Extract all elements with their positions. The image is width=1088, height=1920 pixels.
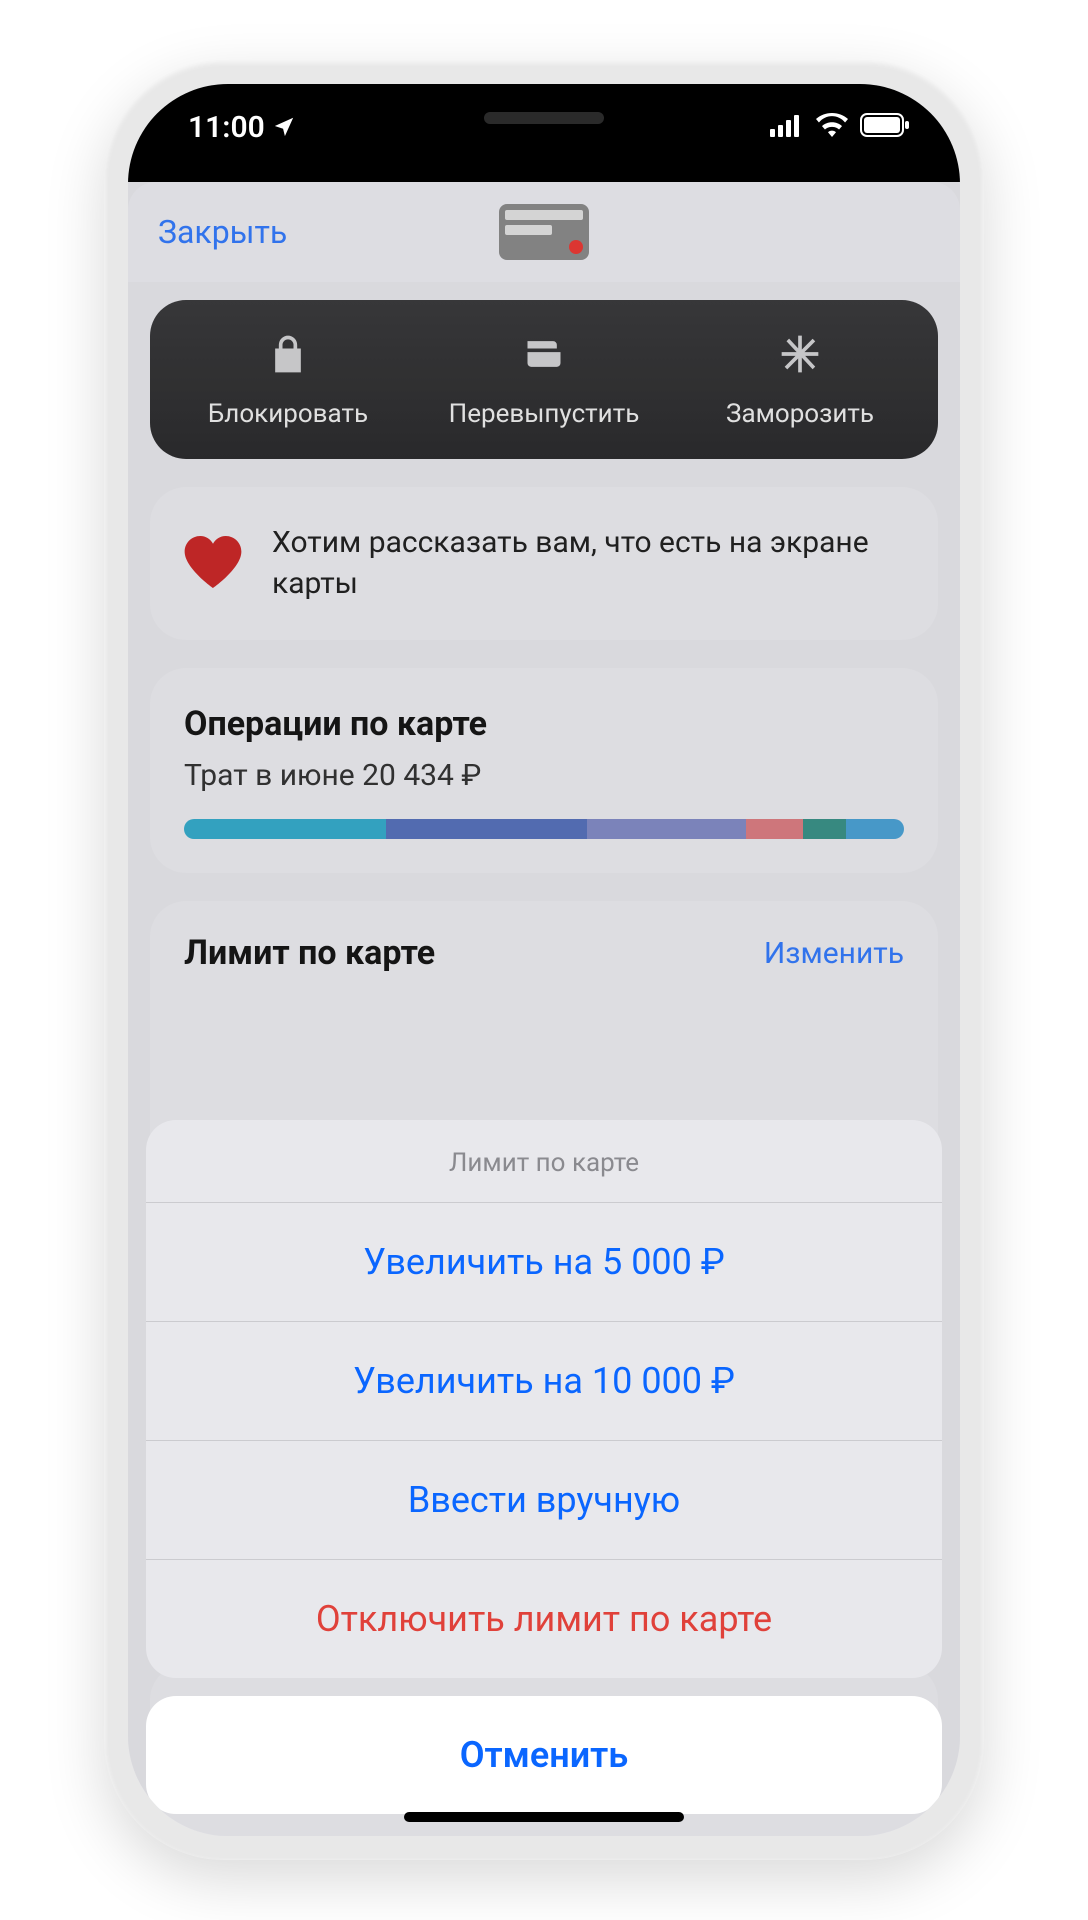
phone-frame: 11:00 [104,60,984,1860]
block-label: Блокировать [208,399,368,429]
heart-icon [184,536,242,592]
spend-segment [386,819,588,839]
device-notch [339,84,749,152]
action-sheet-title: Лимит по карте [146,1120,942,1203]
action-sheet-options: Лимит по карте Увеличить на 5 000 ₽ Увел… [146,1120,942,1678]
lock-icon [266,332,310,383]
spending-breakdown-bar [184,819,904,839]
card-reissue-icon [522,332,566,383]
battery-icon [860,110,910,145]
sheet-increase-5k[interactable]: Увеличить на 5 000 ₽ [146,1203,942,1322]
operations-card[interactable]: Операции по карте Трат в июне 20 434 ₽ [150,668,938,873]
screen-content: Закрыть Блокировать [128,182,960,1836]
limit-action-sheet: Лимит по карте Увеличить на 5 000 ₽ Увел… [146,1120,942,1814]
info-banner-text: Хотим рассказать вам, что есть на экране… [272,523,904,604]
close-button[interactable]: Закрыть [158,213,287,251]
freeze-card-button[interactable]: Заморозить [672,332,928,429]
sheet-enter-manual[interactable]: Ввести вручную [146,1441,942,1560]
sheet-disable-limit[interactable]: Отключить лимит по карте [146,1560,942,1678]
spend-segment [587,819,745,839]
operations-title: Операции по карте [184,704,904,744]
card-actions-panel: Блокировать Перевыпустить Заморозить [150,300,938,459]
info-banner[interactable]: Хотим рассказать вам, что есть на экране… [150,487,938,640]
cellular-icon [770,110,804,145]
wifi-icon [816,110,848,145]
card-thumbnail[interactable] [499,204,589,260]
spend-segment [746,819,804,839]
spend-segment [846,819,904,839]
modal-header: Закрыть [128,182,960,282]
limit-change-link[interactable]: Изменить [764,936,904,971]
status-time: 11:00 [188,110,265,145]
home-indicator[interactable] [404,1812,684,1822]
operations-subtitle: Трат в июне 20 434 ₽ [184,758,904,793]
sheet-increase-10k[interactable]: Увеличить на 10 000 ₽ [146,1322,942,1441]
snowflake-icon [778,332,822,383]
phone-screen: 11:00 [128,84,960,1836]
reissue-card-button[interactable]: Перевыпустить [416,332,672,429]
spend-segment [184,819,386,839]
block-card-button[interactable]: Блокировать [160,332,416,429]
spend-segment [803,819,846,839]
reissue-label: Перевыпустить [449,399,640,429]
freeze-label: Заморозить [726,399,874,429]
sheet-cancel-button[interactable]: Отменить [146,1696,942,1814]
limit-title: Лимит по карте [184,933,435,973]
location-icon [273,110,295,145]
